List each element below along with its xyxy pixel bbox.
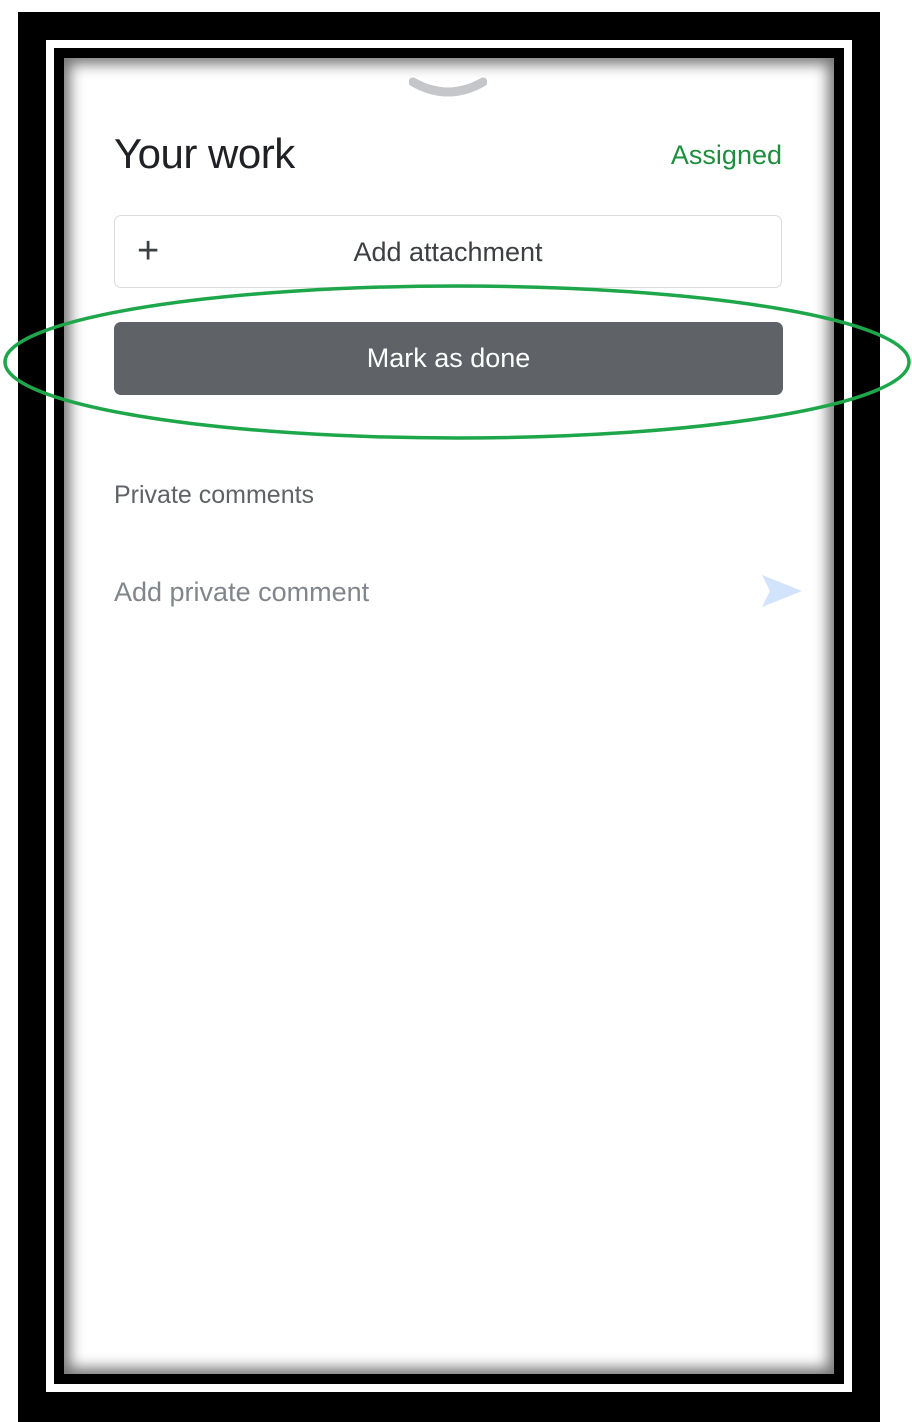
add-attachment-label: Add attachment — [353, 237, 543, 267]
screenshot-stage: Your work Assigned + Add attachment Mark… — [0, 0, 912, 1422]
private-comment-input[interactable] — [114, 572, 734, 612]
mark-as-done-button[interactable]: Mark as done — [114, 322, 783, 395]
private-comments-heading: Private comments — [114, 481, 315, 509]
your-work-sheet: Your work Assigned + Add attachment Mark… — [64, 58, 834, 1374]
page-title: Your work — [114, 130, 295, 177]
add-attachment-button[interactable]: + Add attachment — [114, 215, 782, 288]
send-icon[interactable] — [761, 573, 803, 609]
chevron-down-icon[interactable] — [409, 76, 487, 100]
status-badge: Assigned — [670, 140, 782, 170]
